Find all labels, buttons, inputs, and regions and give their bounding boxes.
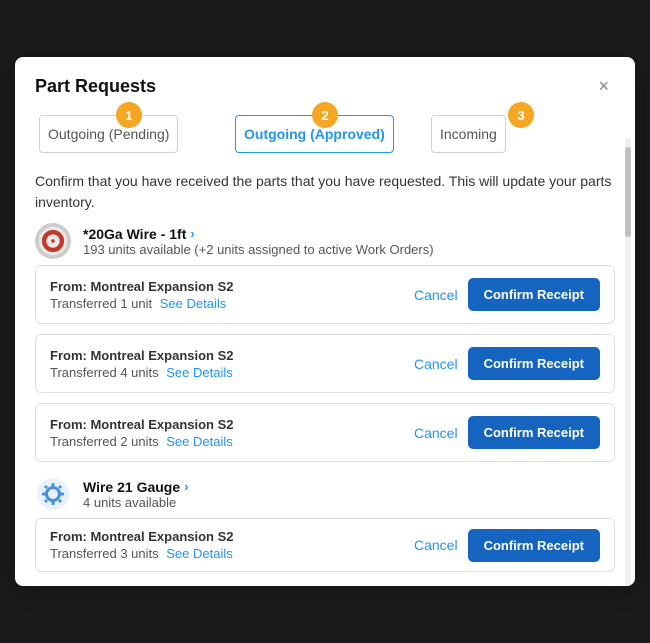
- tabs-container: 1 Outgoing (Pending) 2 Outgoing (Approve…: [15, 97, 635, 153]
- transfer-from-1-0: From: Montreal Expansion S2: [50, 529, 414, 544]
- part-section-0: *20Ga Wire - 1ft › 193 units available (…: [35, 223, 615, 462]
- see-details-1-0[interactable]: See Details: [166, 546, 232, 561]
- transfer-card-0-0: From: Montreal Expansion S2 Transferred …: [35, 265, 615, 324]
- scrollbar-thumb[interactable]: [625, 147, 631, 237]
- step-badge-1: 1: [116, 102, 142, 128]
- part-info-1: Wire 21 Gauge › 4 units available: [83, 479, 615, 510]
- step-badge-2: 2: [312, 102, 338, 128]
- cancel-button-0-1[interactable]: Cancel: [414, 356, 458, 372]
- modal-header: Part Requests ×: [15, 57, 635, 97]
- part-name-1: Wire 21 Gauge ›: [83, 479, 615, 495]
- transfer-info-0-1: From: Montreal Expansion S2 Transferred …: [50, 348, 414, 380]
- cancel-button-1-0[interactable]: Cancel: [414, 537, 458, 553]
- confirm-button-0-2[interactable]: Confirm Receipt: [468, 416, 600, 449]
- transfer-card-0-2: From: Montreal Expansion S2 Transferred …: [35, 403, 615, 462]
- confirm-button-1-0[interactable]: Confirm Receipt: [468, 529, 600, 562]
- part-section-1: Wire 21 Gauge › 4 units available From: …: [35, 476, 615, 572]
- transfer-units-0-1: Transferred 4 units See Details: [50, 365, 414, 380]
- transfer-actions-0-1: Cancel Confirm Receipt: [414, 347, 600, 380]
- modal-title: Part Requests: [35, 76, 156, 97]
- transfer-from-0-2: From: Montreal Expansion S2: [50, 417, 414, 432]
- transfer-actions-0-0: Cancel Confirm Receipt: [414, 278, 600, 311]
- part-name-0: *20Ga Wire - 1ft ›: [83, 226, 615, 242]
- cancel-button-0-0[interactable]: Cancel: [414, 287, 458, 303]
- transfer-info-0-2: From: Montreal Expansion S2 Transferred …: [50, 417, 414, 449]
- part-header-0: *20Ga Wire - 1ft › 193 units available (…: [35, 223, 615, 259]
- cancel-button-0-2[interactable]: Cancel: [414, 425, 458, 441]
- confirm-button-0-0[interactable]: Confirm Receipt: [468, 278, 600, 311]
- wire-icon: [35, 223, 71, 259]
- part-chevron-0[interactable]: ›: [190, 226, 194, 241]
- part-units-1: 4 units available: [83, 495, 615, 510]
- transfer-actions-1-0: Cancel Confirm Receipt: [414, 529, 600, 562]
- see-details-0-1[interactable]: See Details: [166, 365, 232, 380]
- tab-wrapper-1: 1 Outgoing (Pending): [35, 115, 223, 153]
- modal-body: *20Ga Wire - 1ft › 193 units available (…: [15, 223, 635, 586]
- close-button[interactable]: ×: [592, 75, 615, 97]
- description-text: Confirm that you have received the parts…: [15, 153, 635, 223]
- transfer-card-1-0: From: Montreal Expansion S2 Transferred …: [35, 518, 615, 572]
- transfer-actions-0-2: Cancel Confirm Receipt: [414, 416, 600, 449]
- gear-part-icon-1: [35, 476, 71, 512]
- transfer-units-0-2: Transferred 2 units See Details: [50, 434, 414, 449]
- transfer-units-1-0: Transferred 3 units See Details: [50, 546, 414, 561]
- transfer-from-0-0: From: Montreal Expansion S2: [50, 279, 414, 294]
- transfer-card-0-1: From: Montreal Expansion S2 Transferred …: [35, 334, 615, 393]
- tab-outgoing-pending[interactable]: Outgoing (Pending): [39, 115, 178, 153]
- scrollbar-track: [625, 137, 631, 586]
- see-details-0-0[interactable]: See Details: [160, 296, 226, 311]
- tab-wrapper-3: 3 Incoming: [427, 115, 615, 153]
- part-units-0: 193 units available (+2 units assigned t…: [83, 242, 615, 257]
- part-info-0: *20Ga Wire - 1ft › 193 units available (…: [83, 226, 615, 257]
- transfer-info-1-0: From: Montreal Expansion S2 Transferred …: [50, 529, 414, 561]
- tab-wrapper-2: 2 Outgoing (Approved): [231, 115, 419, 153]
- transfer-info-0-0: From: Montreal Expansion S2 Transferred …: [50, 279, 414, 311]
- transfer-units-0-0: Transferred 1 unit See Details: [50, 296, 414, 311]
- step-badge-3: 3: [508, 102, 534, 128]
- confirm-button-0-1[interactable]: Confirm Receipt: [468, 347, 600, 380]
- part-chevron-1[interactable]: ›: [184, 479, 188, 494]
- part-requests-modal: Part Requests × 1 Outgoing (Pending) 2 O…: [15, 57, 635, 586]
- see-details-0-2[interactable]: See Details: [166, 434, 232, 449]
- tab-incoming[interactable]: Incoming: [431, 115, 506, 153]
- transfer-from-0-1: From: Montreal Expansion S2: [50, 348, 414, 363]
- part-header-1: Wire 21 Gauge › 4 units available: [35, 476, 615, 512]
